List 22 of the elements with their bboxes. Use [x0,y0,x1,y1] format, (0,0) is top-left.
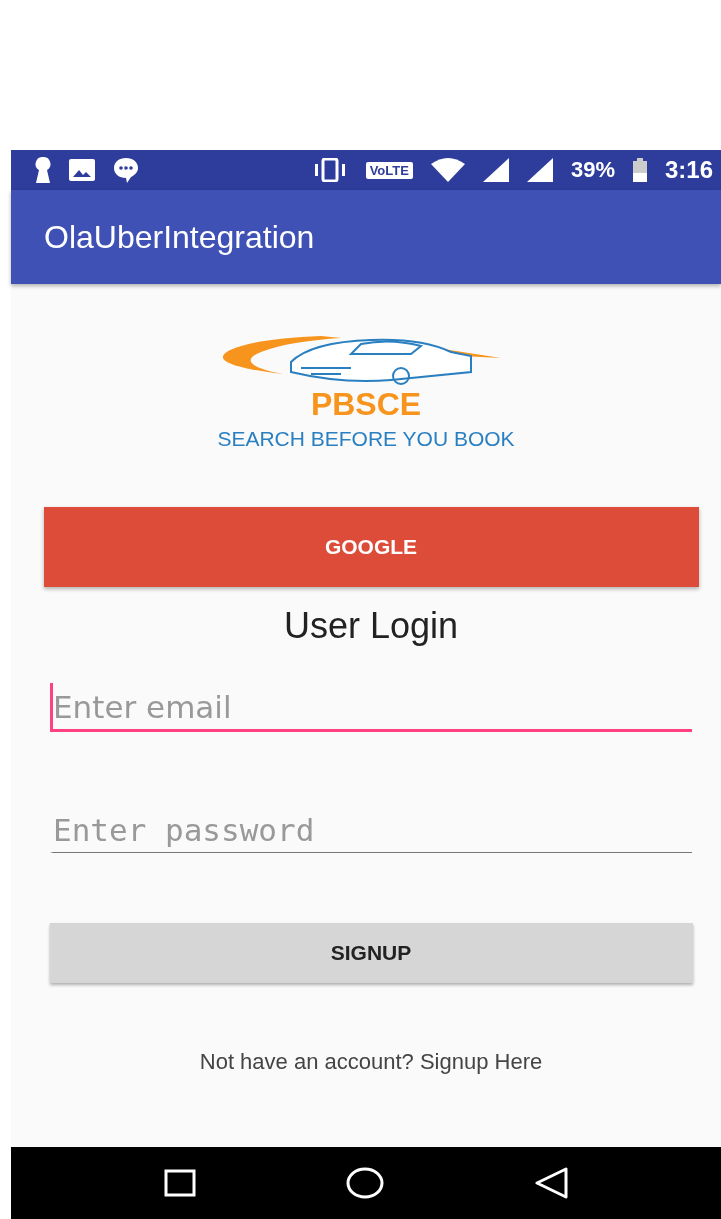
signal-icon [526,158,553,182]
battery-percentage: 39% [570,157,615,183]
brand-tagline: SEARCH BEFORE YOU BOOK [217,427,515,451]
chat-icon [113,157,139,183]
brand-name: PBSCE [310,386,422,423]
volte-indicator: VoLTE [365,161,413,179]
signup-button[interactable]: SIGNUP [49,923,693,983]
app-title: OlaUberIntegration [44,218,315,256]
login-heading: User Login [283,605,459,647]
google-button[interactable]: GOOGLE [43,507,699,587]
circle-nav-icon[interactable] [346,1167,384,1199]
battery-icon [632,158,647,182]
email-field[interactable]: Enter email [50,683,692,732]
back-triangle-icon[interactable] [534,1167,568,1199]
square-nav-icon[interactable] [164,1169,196,1197]
image-icon [69,159,95,181]
signal-icon [482,158,509,182]
signup-link[interactable]: Not have an account? Signup Here [199,1049,543,1075]
clock-time: 3:16 [664,156,713,184]
keyhole-icon [35,157,51,183]
wifi-icon [430,158,465,182]
password-field[interactable]: Enter password [50,806,692,853]
